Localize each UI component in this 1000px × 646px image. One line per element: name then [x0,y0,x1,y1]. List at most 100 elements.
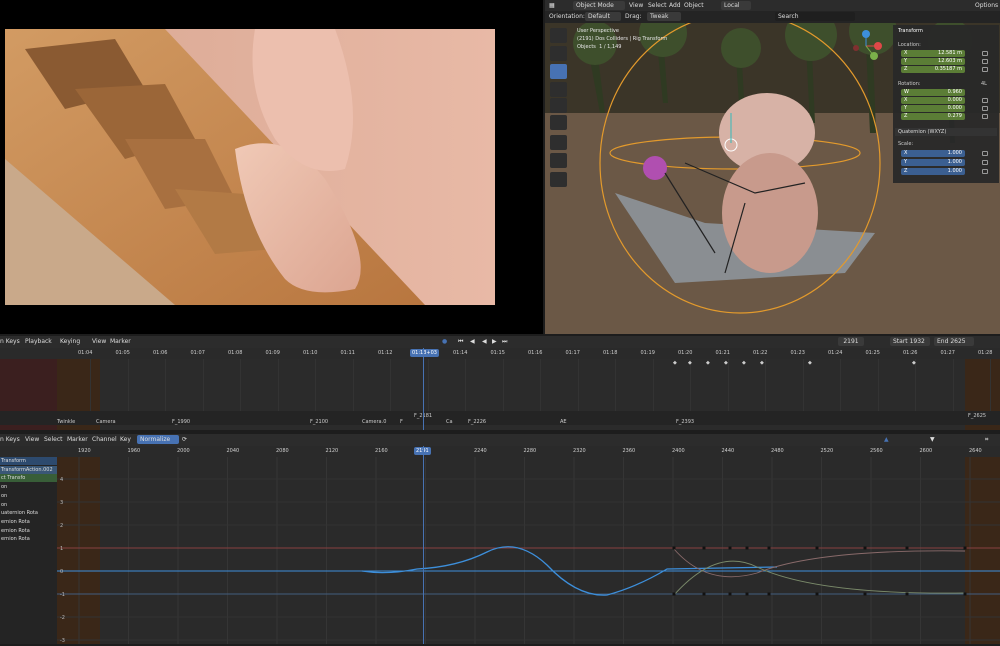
play-reverse-icon[interactable]: ◀ [482,338,487,345]
pivot-dropdown[interactable]: Local [721,1,751,10]
menu-playback[interactable]: Playback [25,338,52,345]
menu-view[interactable]: View [25,436,39,443]
keyframe-diamond[interactable]: ◆ [688,360,692,366]
location-y-field[interactable]: Y 12.603 m [901,58,965,65]
snapping-icon[interactable]: ⌗ [985,436,988,444]
lock-icon[interactable] [982,169,988,174]
channel-row[interactable] [0,561,57,570]
channel-row[interactable] [0,544,57,552]
3d-viewport-icon[interactable]: ▦ [549,2,555,9]
timeline-marker[interactable]: F_2625 [968,413,986,419]
annotate-icon[interactable] [550,135,567,150]
location-x-field[interactable]: X 12.581 m [901,50,965,57]
menu-keying[interactable]: Keying [60,338,80,345]
options-button[interactable]: Options [975,2,998,9]
keyframe-diamond[interactable]: ◆ [706,360,710,366]
only-selected-icon[interactable]: ▲ [884,436,889,443]
measure-icon[interactable] [550,153,567,168]
select-box-icon[interactable] [550,28,567,43]
timeline-ruler[interactable]: 01:04 01:05 01:06 01:07 01:08 01:09 01:10 01:11… [0,348,1000,359]
timeline-marker[interactable]: AE [560,419,567,425]
timeline-marker[interactable]: F [400,419,403,425]
graph-playhead[interactable] [423,446,424,644]
timeline-marker[interactable]: Camera [96,419,116,425]
keyframe-diamond[interactable]: ◆ [673,360,677,366]
jump-start-icon[interactable]: ⏮ [458,338,463,346]
end-field[interactable]: 2625 [950,338,965,345]
menu-select[interactable]: Select [44,436,63,443]
timeline-marker[interactable]: Ca [446,419,453,425]
add-cube-icon[interactable] [550,172,567,187]
keys-menu[interactable]: n Keys [0,338,20,345]
refresh-icon[interactable]: ⟳ [182,436,187,443]
menu-view[interactable]: View [92,338,106,345]
timeline-marker[interactable]: Twinkle [57,419,75,425]
menu-add[interactable]: Add [669,2,681,9]
channel-row[interactable]: on [0,500,57,509]
current-frame-field[interactable]: 2191 [838,337,864,346]
normalize-toggle[interactable]: Normalize [137,435,179,444]
record-icon[interactable]: ● [442,338,447,345]
channel-row[interactable]: TransformAction.002 [0,465,57,474]
channel-row[interactable]: ernion Rota [0,535,57,544]
menu-select[interactable]: Select [648,2,667,9]
keyframe-diamond[interactable]: ◆ [912,360,916,366]
keyframe-diamond[interactable]: ◆ [760,360,764,366]
channel-row[interactable]: on [0,491,57,500]
timeline-marker[interactable]: F_1990 [172,419,190,425]
start-field[interactable]: 1932 [910,338,925,345]
orientation-dropdown[interactable]: Default [585,12,621,21]
lock-icon[interactable] [982,106,988,111]
menu-marker[interactable]: Marker [110,338,131,345]
prev-key-icon[interactable]: ◀ [470,338,475,345]
filter-icon[interactable]: ▼ [930,436,935,443]
graph-area[interactable]: 4 3 2 1 0 -1 -2 -3 [57,457,1000,644]
rotate-icon[interactable] [550,82,567,97]
navigation-gizmo[interactable] [848,28,884,64]
rotation-lock-mode[interactable]: 4L [981,81,987,87]
3d-viewport[interactable]: ▦ Object Mode View Select Add Object Loc… [545,0,1000,334]
keyframe-diamond[interactable]: ◆ [808,360,812,366]
channel-row[interactable]: uaternion Rota [0,509,57,518]
timeline-marker[interactable]: F_2393 [676,419,694,425]
location-z-field[interactable]: Z 0.35187 m [901,66,965,73]
menu-marker[interactable]: Marker [67,436,88,443]
lock-icon[interactable] [982,59,988,64]
channel-row[interactable] [0,552,57,561]
menu-view[interactable]: View [629,2,643,9]
lock-icon[interactable] [982,114,988,119]
play-icon[interactable]: ▶ [492,338,497,345]
scale-z-field[interactable]: Z 1.000 [901,168,965,175]
lock-icon[interactable] [982,160,988,165]
rotation-mode-dropdown[interactable]: Quaternion (WXYZ) [895,128,997,136]
channel-row[interactable] [0,570,57,579]
timeline-area[interactable]: TwinkleCameraF_1990F_2100Camera.0FF_2181… [0,359,1000,430]
keyframe-diamond[interactable]: ◆ [742,360,746,366]
channel-row[interactable]: ernion Rota [0,526,57,535]
jump-end-icon[interactable]: ⏭ [502,338,507,346]
graph-editor-ruler[interactable]: 1920196020002040208021202160219122402280… [0,446,1000,457]
timeline-marker[interactable]: F_2226 [468,419,486,425]
keyframe-diamond[interactable]: ◆ [724,360,728,366]
cursor-icon[interactable] [550,46,567,61]
channel-row[interactable]: on [0,483,57,492]
scale-icon[interactable] [550,98,567,113]
lock-icon[interactable] [982,98,988,103]
scale-y-field[interactable]: Y 1.000 [901,159,965,166]
lock-icon[interactable] [982,51,988,56]
rotation-z-field[interactable]: Z 0.279 [901,113,965,120]
rotation-x-field[interactable]: X 0.000 [901,97,965,104]
menu-key[interactable]: Key [120,436,131,443]
channel-row[interactable]: ct Transfo [0,474,57,483]
search-input[interactable]: Search [775,12,855,21]
lock-icon[interactable] [982,67,988,72]
move-icon[interactable] [550,64,567,79]
channel-row[interactable]: ernion Rota [0,517,57,526]
rotation-w-field[interactable]: W 0.960 [901,89,965,96]
drag-dropdown[interactable]: Tweak [647,12,681,21]
lock-icon[interactable] [982,151,988,156]
menu-channel[interactable]: Channel [92,436,117,443]
menu-object[interactable]: Object [684,2,704,9]
channel-list[interactable]: Transform TransformAction.002 ct Transfo on… [0,457,57,644]
keys-menu[interactable]: n Keys [0,436,20,443]
